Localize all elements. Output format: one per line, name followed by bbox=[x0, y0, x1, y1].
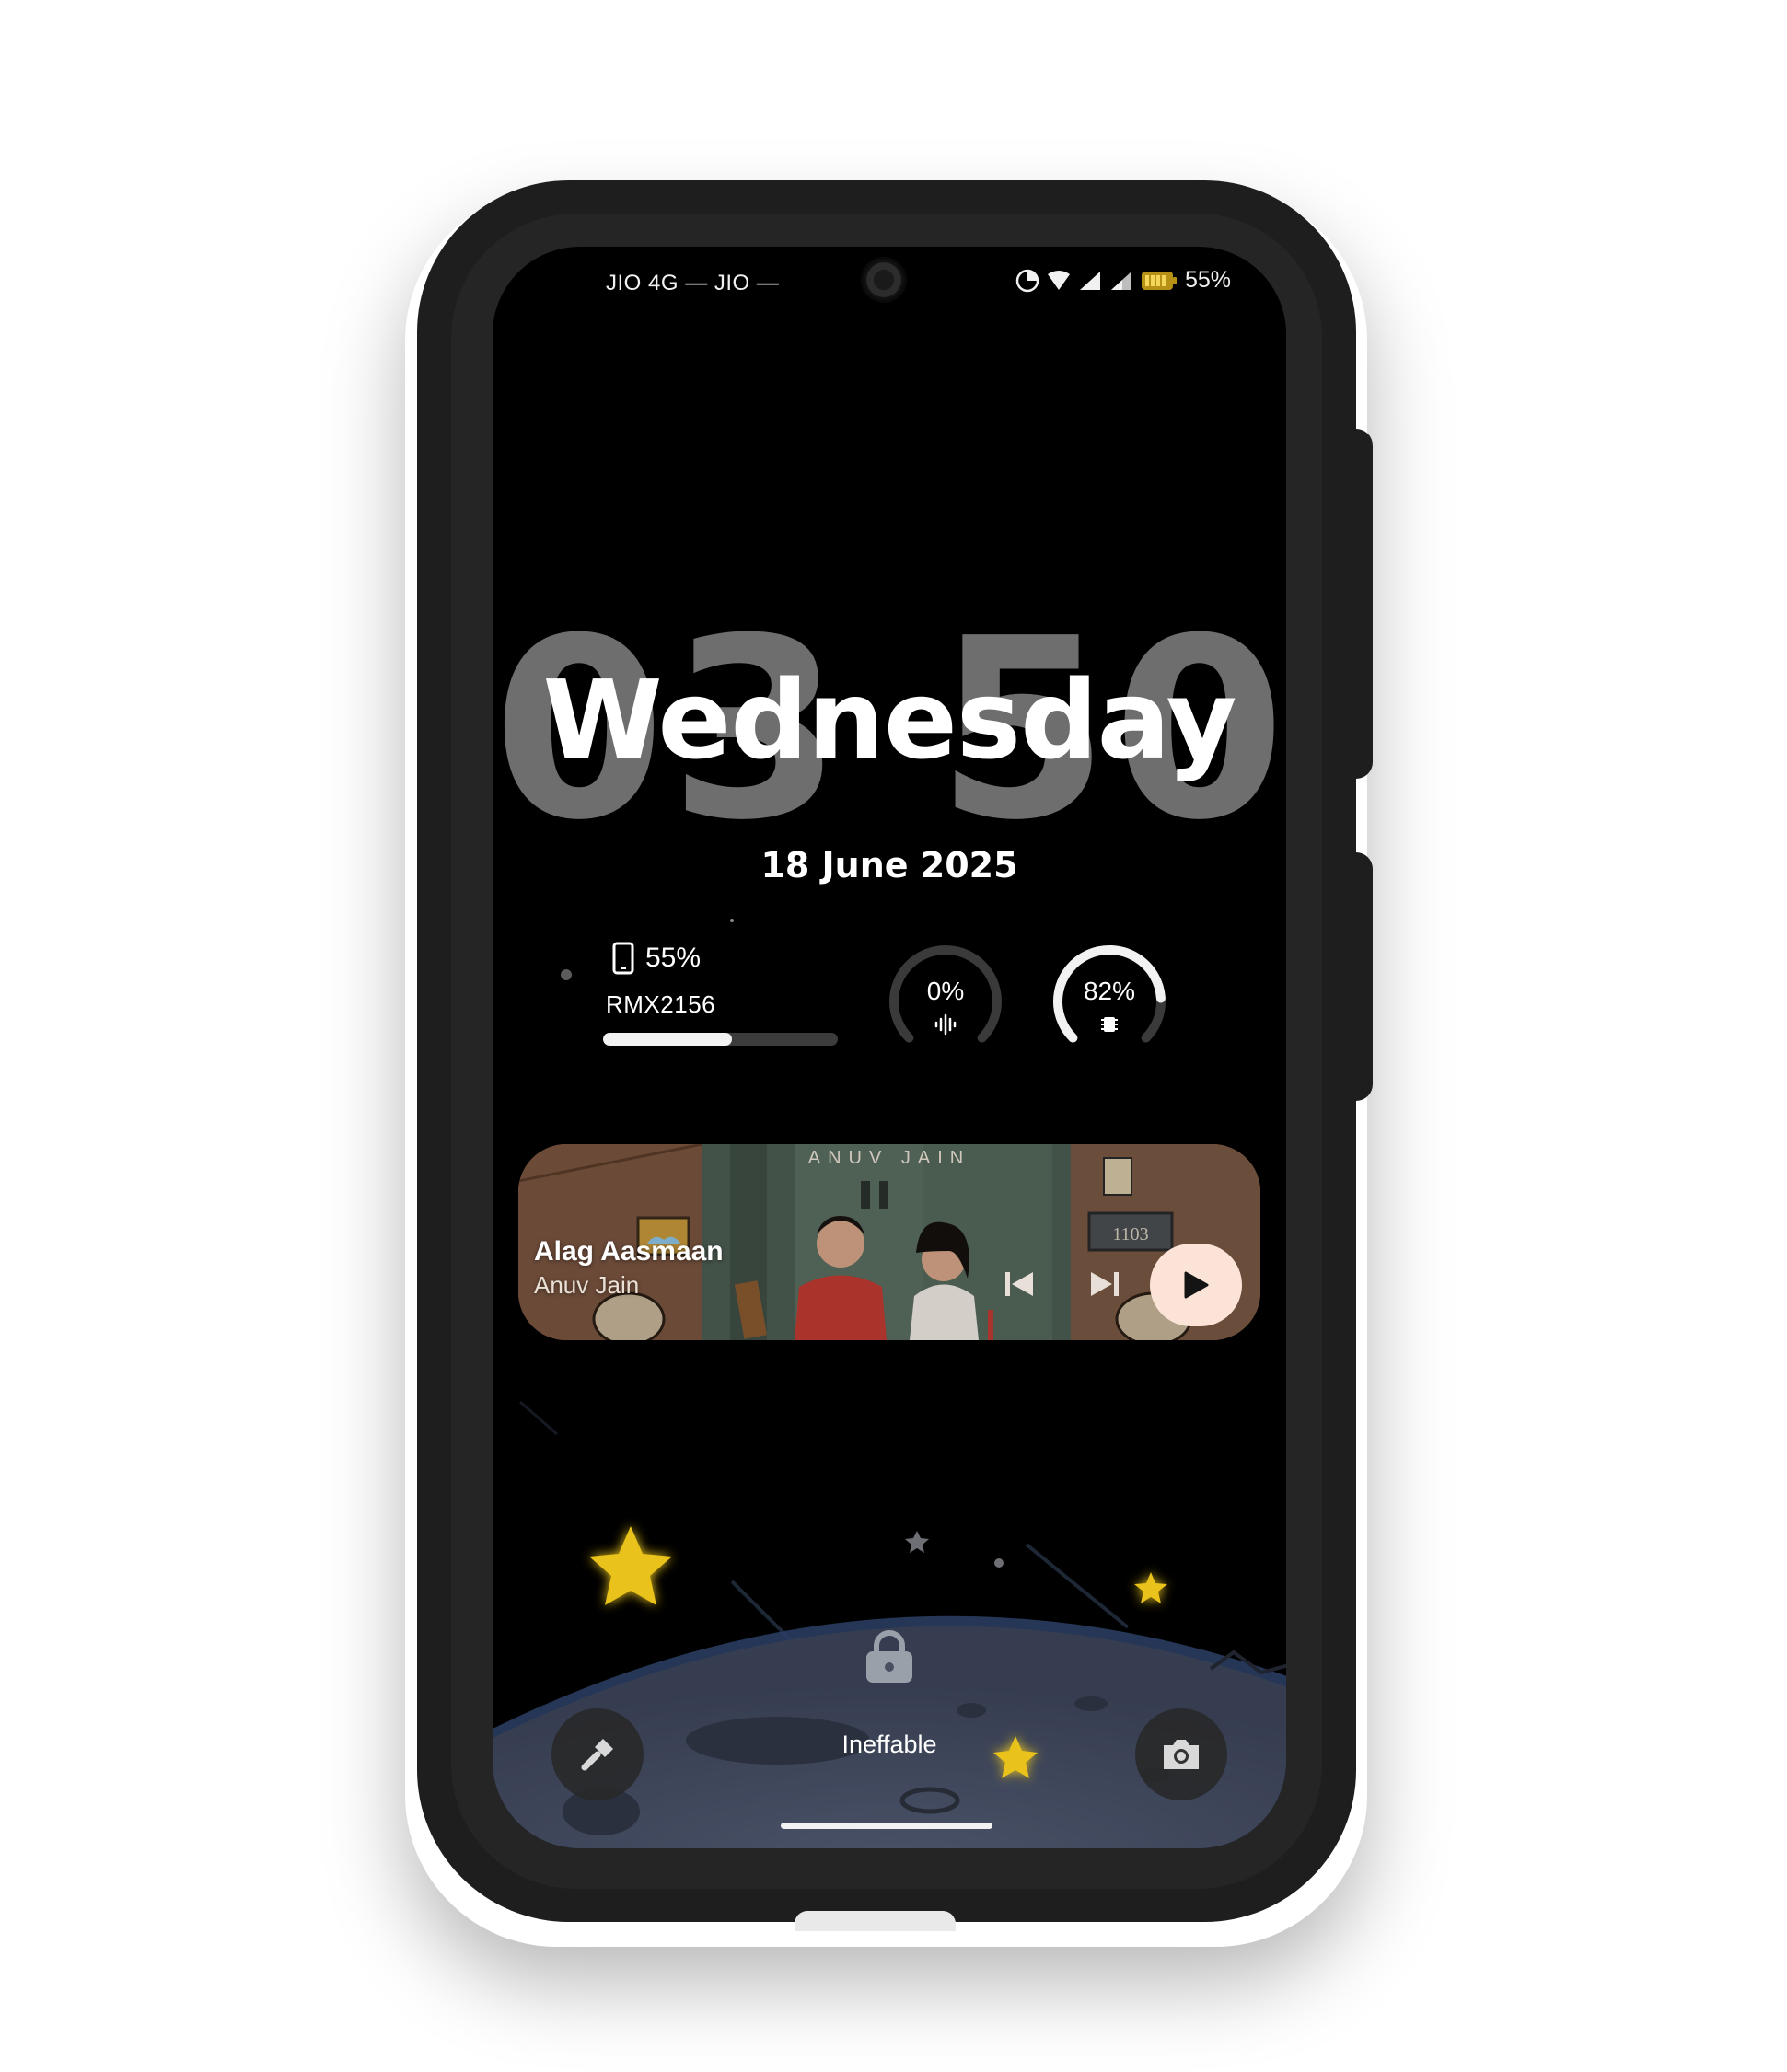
battery-progress bbox=[603, 1033, 838, 1046]
carrier-label: JIO 4G — JIO — bbox=[606, 271, 780, 295]
phone-icon bbox=[612, 942, 634, 975]
flashlight-button[interactable] bbox=[551, 1708, 644, 1800]
play-icon bbox=[1184, 1271, 1209, 1299]
volume-button bbox=[1349, 852, 1373, 1101]
play-button[interactable] bbox=[1150, 1244, 1242, 1326]
track-artist: Anuv Jain bbox=[534, 1271, 640, 1299]
track-title: Alag Aasmaan bbox=[534, 1236, 724, 1267]
battery-widget-header: 55% bbox=[612, 942, 701, 975]
battery-percent: 55% bbox=[1184, 267, 1231, 293]
sound-wave-icon bbox=[934, 1013, 957, 1036]
lock-screen: JIO 4G — JIO — 55% 03 50 Wednesday 18 Ju… bbox=[493, 247, 1286, 1848]
device-battery-percent: 55% bbox=[645, 943, 702, 973]
media-player-card[interactable]: 1103 ANUV JAIN Alag Aasmaan Anuv Jain bbox=[518, 1144, 1260, 1340]
signal-icon bbox=[1079, 271, 1100, 290]
wifi-icon bbox=[1047, 270, 1070, 290]
cpu-chip-icon bbox=[1101, 1017, 1118, 1032]
camera-icon bbox=[1164, 1740, 1199, 1769]
battery-progress-fill bbox=[603, 1033, 733, 1046]
volume-gauge: 0% bbox=[886, 942, 1005, 1061]
album-banner: ANUV JAIN bbox=[807, 1148, 971, 1168]
flashlight-icon bbox=[581, 1739, 613, 1771]
cpu-gauge-value: 82% bbox=[1083, 977, 1136, 1005]
usb-port bbox=[795, 1911, 956, 1931]
volume-gauge-value: 0% bbox=[926, 977, 965, 1005]
day-of-week: Wednesday bbox=[542, 656, 1236, 783]
home-indicator[interactable] bbox=[781, 1823, 992, 1829]
data-saver-icon bbox=[1015, 269, 1039, 292]
next-track-icon[interactable] bbox=[1089, 1270, 1120, 1298]
battery-icon bbox=[1141, 271, 1177, 290]
decor-dot bbox=[730, 919, 734, 922]
device-model: RMX2156 bbox=[606, 990, 716, 1018]
signal-2-icon bbox=[1110, 271, 1131, 290]
front-camera bbox=[864, 260, 904, 300]
cpu-gauge: 82% bbox=[1050, 942, 1169, 1061]
camera-button[interactable] bbox=[1135, 1708, 1227, 1800]
status-icons: 55% bbox=[1015, 267, 1231, 294]
decor-dot bbox=[561, 969, 572, 980]
power-button bbox=[1349, 429, 1373, 779]
lock-icon[interactable] bbox=[864, 1629, 915, 1684]
previous-track-icon[interactable] bbox=[1004, 1270, 1035, 1298]
date: 18 June 2025 bbox=[760, 845, 1018, 886]
